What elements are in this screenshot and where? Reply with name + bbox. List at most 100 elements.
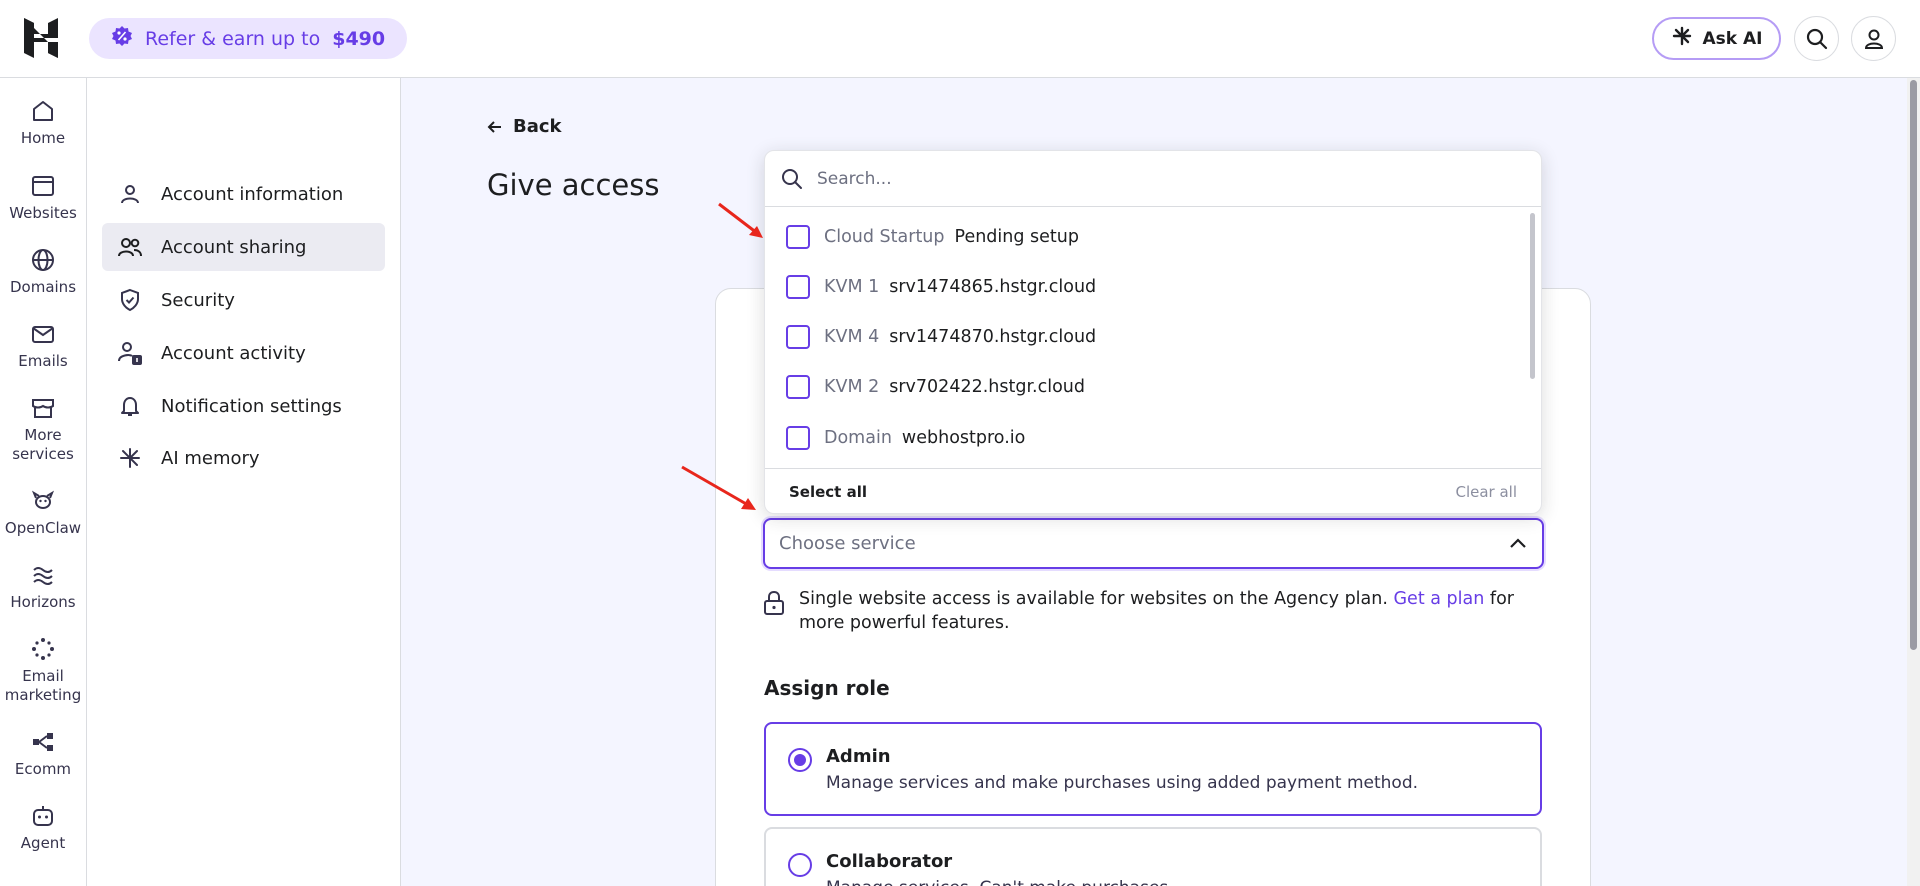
option-type: KVM 1 — [824, 277, 880, 297]
subnav-label: Account information — [161, 183, 344, 205]
option-name: srv1474870.hstgr.cloud — [889, 327, 1097, 347]
home-icon — [33, 101, 53, 121]
option-type: KVM 2 — [824, 377, 880, 397]
option-name: Pending setup — [954, 227, 1079, 247]
search-placeholder: Search... — [817, 168, 892, 189]
dropdown-scrollbar[interactable] — [1530, 213, 1535, 379]
rail-item-home[interactable]: Home — [0, 98, 86, 148]
bell-icon — [116, 392, 144, 420]
role-option-admin[interactable]: Admin Manage services and make purchases… — [764, 722, 1542, 816]
ai-spark-icon — [116, 444, 144, 472]
option-checkbox[interactable] — [786, 375, 810, 399]
claw-icon — [31, 490, 55, 509]
user-icon — [1864, 29, 1883, 49]
badge-percent-icon — [111, 25, 133, 52]
option-type: KVM 4 — [824, 327, 880, 347]
service-option[interactable]: Cloud Startup Pending setup — [765, 212, 1527, 262]
rail-label: Domains — [9, 278, 77, 296]
page-title: Give access — [487, 168, 660, 202]
collaborator-radio[interactable] — [788, 853, 812, 877]
nodes-icon — [33, 733, 53, 751]
rail-item-more-services[interactable]: More services — [0, 395, 86, 464]
subnav-label: AI memory — [161, 447, 260, 469]
mail-icon — [32, 326, 54, 343]
annotation-arrow — [681, 465, 756, 510]
rail-item-openclaw[interactable]: OpenClaw — [0, 488, 86, 538]
service-option[interactable]: KVM 2 srv702422.hstgr.cloud — [765, 362, 1527, 412]
select-all-button[interactable]: Select all — [789, 483, 867, 501]
rail-label: Emails — [18, 352, 68, 370]
role-description: Manage services and make purchases using… — [826, 773, 1419, 793]
subnav-item-security[interactable]: Security — [102, 276, 385, 324]
rail-item-agent[interactable]: Agent — [0, 803, 86, 853]
ask-ai-button[interactable]: Ask AI — [1652, 17, 1781, 60]
globe-icon — [32, 249, 54, 271]
waves-icon — [33, 567, 53, 585]
service-option[interactable]: Domain webhostpro.io — [765, 413, 1527, 463]
role-name: Collaborator — [826, 851, 953, 872]
option-checkbox[interactable] — [786, 325, 810, 349]
service-option[interactable]: KVM 4 srv1474870.hstgr.cloud — [765, 312, 1527, 362]
service-option[interactable]: KVM 1 srv1474865.hstgr.cloud — [765, 262, 1527, 312]
top-bar: Refer & earn up to $490 Ask AI — [0, 0, 1920, 78]
option-type: Cloud Startup — [824, 227, 945, 247]
rail-label: Agent — [20, 834, 66, 852]
subnav-item-notification-settings[interactable]: Notification settings — [102, 382, 385, 430]
assign-role-heading: Assign role — [764, 676, 890, 700]
rail-label: Ecomm — [14, 760, 72, 778]
subnav-item-account-sharing[interactable]: Account sharing — [102, 223, 385, 271]
search-icon — [1806, 28, 1827, 49]
option-checkbox[interactable] — [786, 426, 810, 450]
service-dropdown: Search... Cloud Startup Pending setup KV… — [764, 150, 1542, 514]
rail-label: Websites — [9, 204, 77, 222]
left-rail: Home Websites Domains Emails More servic… — [0, 78, 87, 886]
hostinger-logo[interactable] — [22, 18, 60, 58]
choose-service-select[interactable]: Choose service — [763, 518, 1544, 569]
back-label: Back — [513, 116, 562, 137]
search-icon — [782, 168, 802, 189]
option-name: srv702422.hstgr.cloud — [889, 377, 1086, 397]
subnav-label: Account sharing — [161, 236, 307, 258]
admin-radio[interactable] — [788, 748, 812, 772]
option-name: srv1474865.hstgr.cloud — [889, 277, 1097, 297]
person-activity-icon — [116, 339, 144, 367]
rail-label: Horizons — [10, 593, 76, 611]
search-button[interactable] — [1794, 16, 1839, 61]
option-type: Domain — [824, 428, 892, 448]
clear-all-button[interactable]: Clear all — [1455, 483, 1517, 501]
rail-item-ecomm[interactable]: Ecomm — [0, 729, 86, 779]
page-scrollbar-thumb[interactable] — [1910, 80, 1917, 650]
subnav-item-account-information[interactable]: Account information — [102, 170, 385, 218]
get-a-plan-link[interactable]: Get a plan — [1394, 589, 1485, 609]
refer-amount: $490 — [332, 27, 386, 50]
service-search-input[interactable]: Search... — [765, 151, 1541, 207]
ask-ai-label: Ask AI — [1702, 28, 1763, 49]
rail-item-emails[interactable]: Emails — [0, 321, 86, 371]
rail-label: More services — [12, 426, 74, 463]
browser-icon — [32, 176, 54, 196]
refer-earn-banner[interactable]: Refer & earn up to $490 — [89, 18, 408, 59]
rail-item-websites[interactable]: Websites — [0, 173, 86, 223]
refer-label: Refer & earn up to — [145, 27, 321, 50]
page-scrollbar[interactable] — [1907, 78, 1920, 886]
subnav-item-account-activity[interactable]: Account activity — [102, 329, 385, 377]
rail-label: Home — [20, 129, 66, 147]
back-link[interactable]: Back — [487, 116, 562, 137]
arrow-left-icon — [487, 120, 501, 133]
option-checkbox[interactable] — [786, 275, 810, 299]
role-option-collaborator[interactable]: Collaborator Manage services. Can't make… — [764, 827, 1542, 886]
profile-button[interactable] — [1851, 16, 1896, 61]
rail-item-email-marketing[interactable]: Email marketing — [0, 636, 86, 705]
subnav-item-ai-memory[interactable]: AI memory — [102, 434, 385, 482]
rail-item-domains[interactable]: Domains — [0, 247, 86, 297]
rail-label: Email marketing — [4, 667, 82, 704]
settings-subnav: Account information Account sharing Secu… — [87, 78, 401, 886]
rail-label: OpenClaw — [4, 519, 82, 537]
dropdown-footer: Select all Clear all — [765, 468, 1541, 513]
chevron-up-icon — [1510, 538, 1526, 548]
option-checkbox[interactable] — [786, 225, 810, 249]
store-icon — [32, 399, 54, 418]
role-description: Manage services. Can't make purchases. — [826, 878, 1540, 886]
option-name: webhostpro.io — [901, 428, 1026, 448]
rail-item-horizons[interactable]: Horizons — [0, 562, 86, 612]
